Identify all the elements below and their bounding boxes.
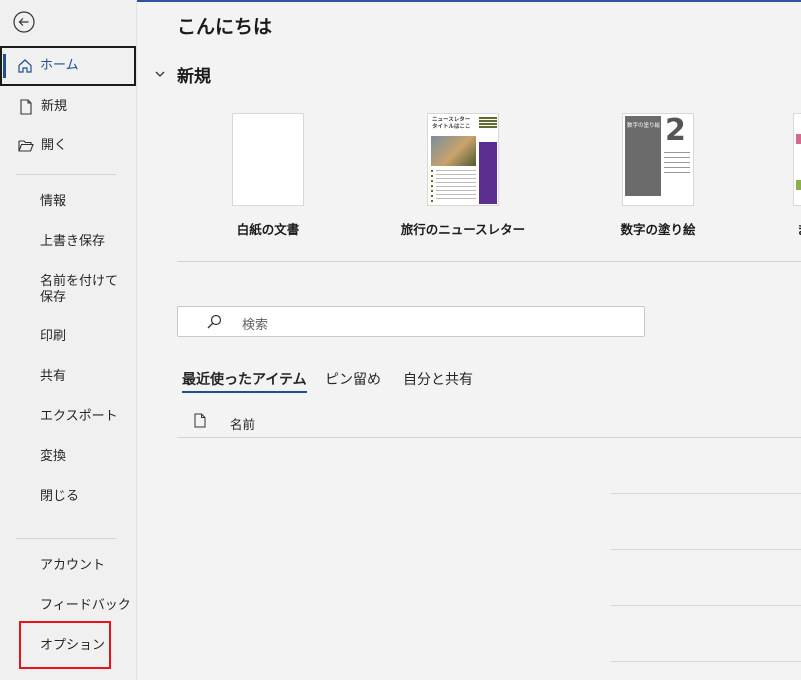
sidebar-item-label: アカウント bbox=[40, 558, 106, 573]
file-type-icon bbox=[194, 413, 206, 428]
sidebar-item-save[interactable]: 上書き保存 bbox=[0, 232, 136, 252]
newsletter-text-lines bbox=[436, 170, 476, 202]
chevron-down-icon bbox=[155, 71, 165, 77]
template-partial-thumbnail[interactable] bbox=[793, 113, 801, 206]
sidebar-item-label: フィードバック bbox=[40, 598, 131, 613]
home-icon bbox=[16, 57, 34, 75]
sidebar-item-print[interactable]: 印刷 bbox=[0, 327, 136, 347]
newsletter-sidebar-block bbox=[479, 142, 497, 204]
template-travel-newsletter[interactable]: ニュースレター タイトルはここ 旅行のニュースレター bbox=[383, 113, 543, 238]
options-highlight-box bbox=[19, 621, 111, 669]
sidebar-item-transform[interactable]: 変換 bbox=[0, 447, 136, 467]
sidebar-item-label: 上書き保存 bbox=[40, 234, 106, 249]
template-thumbnail: 数字の塗り絵 2 bbox=[622, 113, 694, 206]
sidebar-item-info[interactable]: 情報 bbox=[0, 192, 136, 212]
sidebar-item-label: 変換 bbox=[40, 449, 67, 464]
sidebar-item-label: エクスポート bbox=[40, 409, 118, 424]
sidebar-item-new[interactable]: 新規 bbox=[0, 96, 136, 118]
template-blank-document[interactable]: 白紙の文書 bbox=[188, 113, 348, 238]
template-label: 白紙の文書 bbox=[236, 222, 300, 237]
coloring-thumb-number: 2 bbox=[665, 113, 686, 148]
column-header-name[interactable]: 名前 bbox=[230, 414, 255, 433]
partial-thumb-accent bbox=[796, 134, 801, 144]
tab-recent[interactable]: 最近使ったアイテム bbox=[182, 369, 307, 393]
newsletter-thumb-title: ニュースレター タイトルはここ bbox=[432, 117, 471, 130]
template-partial-label: ま bbox=[797, 219, 801, 238]
sidebar-item-label: 情報 bbox=[40, 194, 67, 209]
greeting-title: こんにちは bbox=[177, 16, 273, 38]
list-row-divider bbox=[611, 605, 801, 606]
list-row-divider bbox=[611, 493, 801, 494]
template-thumbnail: ニュースレター タイトルはここ bbox=[427, 113, 499, 206]
coloring-thumb-text bbox=[664, 152, 690, 174]
partial-thumb-accent bbox=[796, 180, 801, 190]
back-arrow-icon bbox=[13, 11, 35, 33]
template-label: 数字の塗り絵 bbox=[620, 222, 696, 237]
home-pane: こんにちは 新規 白紙の文書 ニュースレター タイトルはここ 旅行のニュースレタ… bbox=[137, 0, 801, 680]
tab-shared-with-me[interactable]: 自分と共有 bbox=[403, 369, 473, 389]
sidebar-item-account[interactable]: アカウント bbox=[0, 556, 136, 576]
search-input[interactable]: 検索 bbox=[177, 306, 645, 337]
section-separator bbox=[177, 261, 801, 262]
sidebar-item-label: 開く bbox=[41, 138, 68, 153]
tab-pinned[interactable]: ピン留め bbox=[325, 369, 381, 389]
sidebar-item-open[interactable]: 開く bbox=[0, 135, 136, 157]
sidebar-item-close[interactable]: 閉じる bbox=[0, 487, 136, 507]
folder-open-icon bbox=[17, 137, 35, 155]
coloring-thumb-title: 数字の塗り絵 bbox=[627, 123, 661, 129]
sidebar-item-share[interactable]: 共有 bbox=[0, 367, 136, 387]
search-icon bbox=[207, 314, 222, 329]
sidebar-item-label: 共有 bbox=[40, 369, 67, 384]
sidebar-item-export[interactable]: エクスポート bbox=[0, 407, 136, 427]
sidebar-item-label: 新規 bbox=[41, 99, 68, 114]
new-document-icon bbox=[17, 98, 35, 116]
newsletter-bullets bbox=[431, 170, 433, 202]
newsletter-stripes bbox=[479, 117, 497, 129]
sidebar-item-label: ホーム bbox=[40, 58, 79, 73]
list-row-divider bbox=[611, 661, 801, 662]
sidebar-item-label: 閉じる bbox=[40, 489, 80, 504]
template-number-coloring[interactable]: 数字の塗り絵 2 数字の塗り絵 bbox=[578, 113, 738, 238]
newsletter-photo bbox=[431, 136, 476, 166]
sidebar-item-label: 印刷 bbox=[40, 329, 67, 344]
sidebar-item-feedback[interactable]: フィードバック bbox=[0, 596, 136, 616]
sidebar-item-home[interactable]: ホーム bbox=[0, 46, 136, 86]
file-list-header: 名前 bbox=[177, 405, 801, 438]
sidebar-divider bbox=[16, 174, 116, 175]
back-button[interactable] bbox=[12, 10, 36, 34]
backstage-sidebar: ホーム 新規 開く 情報 上書き保存 名前を付けて保存 印刷 共有 エクスポート… bbox=[0, 0, 137, 680]
template-label: 旅行のニュースレター bbox=[400, 222, 526, 237]
collapse-new-section-button[interactable] bbox=[153, 66, 167, 80]
list-row-divider bbox=[611, 549, 801, 550]
sidebar-divider bbox=[16, 538, 116, 539]
sidebar-item-label: 名前を付けて保存 bbox=[40, 274, 119, 305]
new-section-title: 新規 bbox=[177, 67, 211, 87]
sidebar-item-save-as[interactable]: 名前を付けて保存 bbox=[0, 274, 136, 306]
search-placeholder: 検索 bbox=[242, 318, 269, 333]
template-thumbnail bbox=[232, 113, 304, 206]
